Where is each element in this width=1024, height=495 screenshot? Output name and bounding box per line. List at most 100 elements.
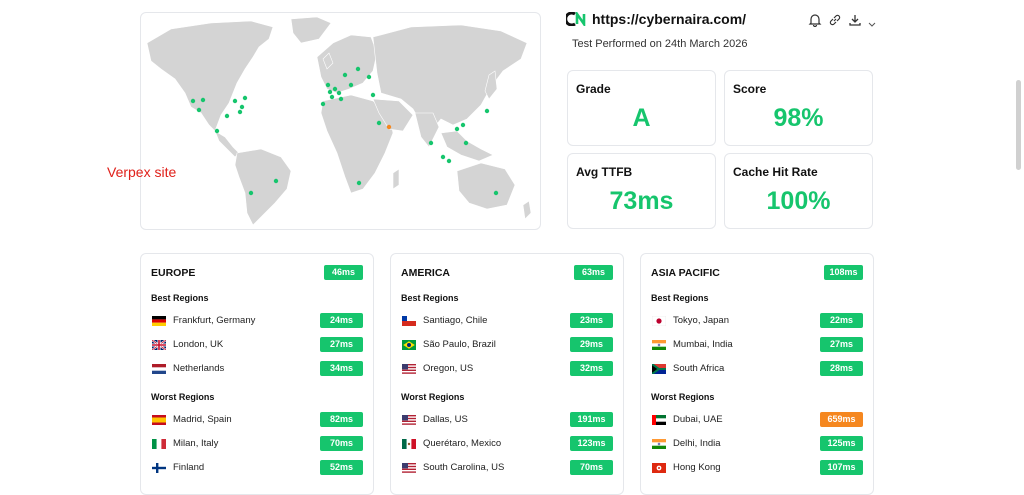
map-dot xyxy=(460,122,466,128)
metric-label: Avg TTFB xyxy=(576,165,633,179)
response-time-badge: 29ms xyxy=(570,337,613,352)
response-time-badge: 32ms xyxy=(570,361,613,376)
worst-regions-label: Worst Regions xyxy=(651,392,715,402)
brazil-flag xyxy=(402,340,416,350)
response-time-badge: 659ms xyxy=(820,412,863,427)
map-dot xyxy=(386,124,392,130)
map-dot xyxy=(342,72,348,78)
download-icon[interactable] xyxy=(848,13,862,27)
region-average-badge: 63ms xyxy=(574,265,613,280)
location-name: South Africa xyxy=(673,363,725,374)
finland-flag xyxy=(152,463,166,473)
metric-label: Score xyxy=(733,82,767,96)
mexico-flag xyxy=(402,439,416,449)
best-regions-label: Best Regions xyxy=(151,293,209,303)
response-time-badge: 70ms xyxy=(570,460,613,475)
location-name: Madrid, Spain xyxy=(173,414,232,425)
chevron-down-icon[interactable] xyxy=(868,16,876,27)
location-name: Tokyo, Japan xyxy=(673,315,729,326)
map-dot xyxy=(336,90,342,96)
map-dot xyxy=(338,96,344,102)
avg-ttfb-card: Avg TTFB 73ms xyxy=(567,153,716,229)
location-name: São Paulo, Brazil xyxy=(423,339,496,350)
map-dot xyxy=(463,140,469,146)
location-name: Querétaro, Mexico xyxy=(423,438,502,449)
italy-flag xyxy=(152,439,166,449)
worst-regions-label: Worst Regions xyxy=(151,392,215,402)
bell-icon[interactable] xyxy=(808,13,822,28)
scrollbar-thumb[interactable] xyxy=(1016,80,1021,170)
map-dot xyxy=(428,140,434,146)
header-actions xyxy=(808,10,876,30)
us-flag xyxy=(402,415,416,425)
region-card-asia-pacific: ASIA PACIFIC 108ms Best Regions Tokyo, Japa… xyxy=(640,253,874,495)
map-dot xyxy=(366,74,372,80)
region-title: ASIA PACIFIC xyxy=(651,267,720,279)
site-url[interactable]: https://cybernaira.com/ xyxy=(592,11,746,27)
response-time-badge: 28ms xyxy=(820,361,863,376)
map-dot xyxy=(355,66,361,72)
uk-flag xyxy=(152,340,166,350)
map-dot xyxy=(493,190,499,196)
map-dot xyxy=(370,92,376,98)
map-dot xyxy=(320,101,326,107)
map-dot xyxy=(440,154,446,160)
map-dot xyxy=(332,86,338,92)
grade-card: Grade A xyxy=(567,70,716,146)
response-time-badge: 23ms xyxy=(570,313,613,328)
response-time-badge: 24ms xyxy=(320,313,363,328)
map-dot xyxy=(327,89,333,95)
metric-value: 73ms xyxy=(609,187,674,215)
india-flag xyxy=(652,340,666,350)
response-time-badge: 123ms xyxy=(570,436,613,451)
uae-flag xyxy=(652,415,666,425)
map-dot xyxy=(484,108,490,114)
metric-value: 100% xyxy=(766,187,831,215)
score-card: Score 98% xyxy=(724,70,873,146)
response-time-badge: 125ms xyxy=(820,436,863,451)
response-time-badge: 34ms xyxy=(320,361,363,376)
site-header: https://cybernaira.com/ Test Performed o… xyxy=(564,9,876,50)
location-name: Santiago, Chile xyxy=(423,315,488,326)
region-card-america: AMERICA 63ms Best Regions Santiago, Chile 23… xyxy=(390,253,624,495)
us-flag xyxy=(402,364,416,374)
region-average-badge: 46ms xyxy=(324,265,363,280)
cybernaira-logo-icon xyxy=(564,9,588,29)
india-flag xyxy=(652,439,666,449)
hong-kong-flag xyxy=(652,463,666,473)
location-name: Netherlands xyxy=(173,363,225,374)
metric-label: Cache Hit Rate xyxy=(733,165,818,179)
map-dot xyxy=(200,97,206,103)
scrollbar[interactable] xyxy=(1012,0,1024,486)
map-dot xyxy=(248,190,254,196)
metric-label: Grade xyxy=(576,82,611,96)
annotation-label: Verpex site xyxy=(107,164,177,180)
map-dot xyxy=(348,82,354,88)
map-dot xyxy=(446,158,452,164)
response-time-badge: 52ms xyxy=(320,460,363,475)
map-dot xyxy=(356,180,362,186)
region-title: AMERICA xyxy=(401,267,450,279)
map-dot xyxy=(237,109,243,115)
map-dot xyxy=(224,113,230,119)
test-date: Test Performed on 24th March 2026 xyxy=(572,38,748,50)
map-dot xyxy=(239,104,245,110)
germany-flag xyxy=(152,316,166,326)
region-average-badge: 108ms xyxy=(824,265,863,280)
location-name: South Carolina, US xyxy=(423,462,505,473)
link-icon[interactable] xyxy=(828,13,842,27)
world-map xyxy=(140,12,541,230)
map-dot xyxy=(325,82,331,88)
map-dot xyxy=(454,126,460,132)
world-map-graphic xyxy=(146,16,532,226)
region-title: EUROPE xyxy=(151,267,196,279)
region-card-europe: EUROPE 46ms Best Regions Frankfurt, Germany… xyxy=(140,253,374,495)
map-dot xyxy=(242,95,248,101)
map-dot xyxy=(376,120,382,126)
response-time-badge: 27ms xyxy=(320,337,363,352)
response-time-badge: 82ms xyxy=(320,412,363,427)
best-regions-label: Best Regions xyxy=(651,293,709,303)
location-name: Milan, Italy xyxy=(173,438,219,449)
response-time-badge: 22ms xyxy=(820,313,863,328)
metric-value: A xyxy=(632,104,651,132)
